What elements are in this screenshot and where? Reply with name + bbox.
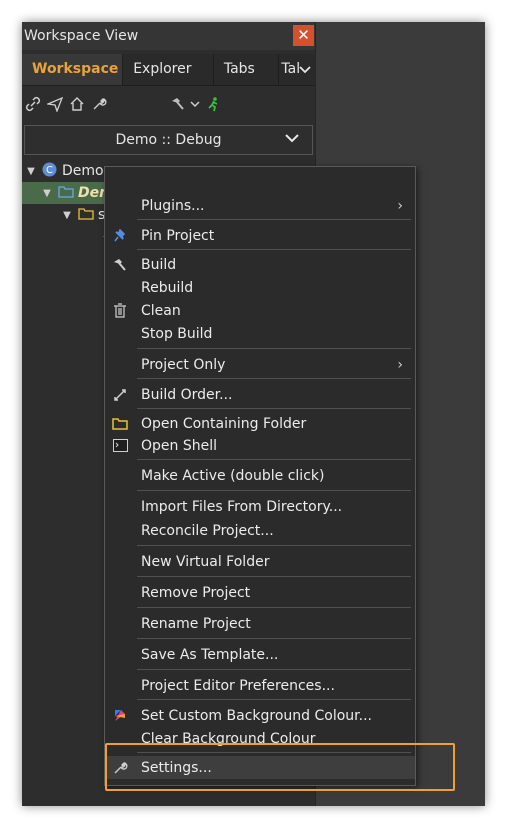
workspace-icon: C [42, 162, 57, 181]
project-folder-icon [58, 185, 74, 202]
chevron-down-icon [299, 65, 312, 73]
menu-item-new-virtual-folder[interactable]: New Virtual Folder [105, 550, 415, 573]
menu-item-remove-project[interactable]: Remove Project [105, 581, 415, 604]
expand-arrow-icon[interactable]: ▼ [40, 188, 54, 199]
close-button[interactable]: ✕ [293, 25, 314, 46]
menu-label: Reconcile Project... [141, 522, 274, 539]
menu-label: Pin Project [141, 227, 215, 244]
menu-label: Make Active (double click) [141, 467, 325, 484]
chevron-down-icon[interactable] [188, 93, 202, 115]
tab-bar: Workspace Explorer Tabs Tal [22, 54, 315, 86]
menu-label: Import Files From Directory... [141, 498, 343, 515]
menu-label: Stop Build [141, 325, 213, 342]
color-palette-icon [105, 704, 135, 727]
menu-label: Project Editor Preferences... [141, 677, 335, 694]
menu-item-open-shell[interactable]: Open Shell [105, 434, 415, 457]
context-menu: Plugins... › Pin Project Build Rebuild C… [104, 166, 416, 786]
menu-label: Open Containing Folder [141, 415, 307, 432]
menu-label: Clean [141, 302, 181, 319]
menu-item-pin-project[interactable]: Pin Project [105, 224, 415, 247]
menu-item-build-order[interactable]: Build Order... [105, 383, 415, 406]
menu-label: Rebuild [141, 279, 194, 296]
menu-separator [137, 348, 411, 349]
menu-item-plugins[interactable]: Plugins... › [105, 194, 415, 217]
expand-arrow-icon[interactable]: ▼ [60, 210, 74, 221]
menu-label: New Virtual Folder [141, 553, 270, 570]
build-order-icon [105, 383, 135, 406]
menu-item-rebuild[interactable]: Rebuild [105, 276, 415, 299]
expand-arrow-icon[interactable]: ▼ [24, 166, 38, 177]
menu-label: Save As Template... [141, 646, 279, 663]
wrench-icon[interactable] [88, 93, 110, 115]
menu-item-import-files[interactable]: Import Files From Directory... [105, 495, 415, 518]
menu-separator [137, 459, 411, 460]
folder-icon [105, 412, 135, 435]
menu-label: Build [141, 256, 177, 273]
hammer-icon [105, 253, 135, 276]
chevron-down-icon [284, 129, 300, 148]
menu-label: Project Only [141, 356, 226, 373]
menu-item-make-active[interactable]: Make Active (double click) [105, 464, 415, 487]
tab-explorer[interactable]: Explorer [123, 54, 214, 85]
menu-label: Build Order... [141, 386, 233, 403]
title-bar: Workspace View ✕ [22, 22, 315, 50]
close-icon: ✕ [297, 26, 310, 44]
menu-separator [137, 490, 411, 491]
menu-item-set-background-colour[interactable]: Set Custom Background Colour... [105, 704, 415, 727]
menu-item-reconcile[interactable]: Reconcile Project... [105, 519, 415, 542]
menu-item-save-as-template[interactable]: Save As Template... [105, 643, 415, 666]
menu-item-rename-project[interactable]: Rename Project [105, 612, 415, 635]
tab-overflow[interactable]: Tal [279, 54, 315, 85]
build-config-value: Demo :: Debug [115, 132, 222, 148]
link-icon[interactable] [22, 93, 44, 115]
menu-separator [137, 249, 411, 250]
settings-highlight-frame [105, 743, 455, 791]
menu-separator [137, 219, 411, 220]
home-icon[interactable] [66, 93, 88, 115]
menu-label: Open Shell [141, 437, 217, 454]
menu-separator [137, 638, 411, 639]
submenu-arrow-icon: › [397, 197, 403, 214]
menu-label: Rename Project [141, 615, 251, 632]
terminal-icon [105, 434, 135, 457]
svg-text:C: C [46, 165, 53, 176]
workspace-name: Demo [62, 163, 104, 179]
tab-workspace[interactable]: Workspace [22, 54, 124, 85]
run-icon[interactable] [202, 93, 224, 115]
menu-item-editor-preferences[interactable]: Project Editor Preferences... [105, 674, 415, 697]
menu-separator [137, 607, 411, 608]
pin-icon [105, 224, 135, 247]
hammer-icon[interactable] [166, 93, 188, 115]
submenu-arrow-icon: › [397, 356, 403, 373]
menu-separator [137, 669, 411, 670]
window-title: Workspace View [24, 28, 139, 44]
toolbar [22, 90, 315, 118]
trash-icon [105, 299, 135, 322]
menu-item-open-containing-folder[interactable]: Open Containing Folder [105, 412, 415, 435]
menu-item-project-only[interactable]: Project Only › [105, 353, 415, 376]
build-config-dropdown[interactable]: Demo :: Debug [24, 125, 313, 155]
menu-separator [137, 378, 411, 379]
menu-item-build[interactable]: Build [105, 253, 415, 276]
menu-separator [137, 576, 411, 577]
tab-tal: Tal [281, 61, 300, 77]
tab-tabs[interactable]: Tabs [214, 54, 280, 85]
menu-label: Set Custom Background Colour... [141, 707, 372, 724]
menu-separator [137, 545, 411, 546]
folder-icon [78, 207, 94, 224]
menu-label: Remove Project [141, 584, 251, 601]
menu-label: Plugins... [141, 197, 205, 214]
paper-plane-icon[interactable] [44, 93, 66, 115]
menu-item-stop-build[interactable]: Stop Build [105, 322, 415, 345]
menu-separator [137, 699, 411, 700]
menu-item-clean[interactable]: Clean [105, 299, 415, 322]
menu-separator [137, 408, 411, 409]
